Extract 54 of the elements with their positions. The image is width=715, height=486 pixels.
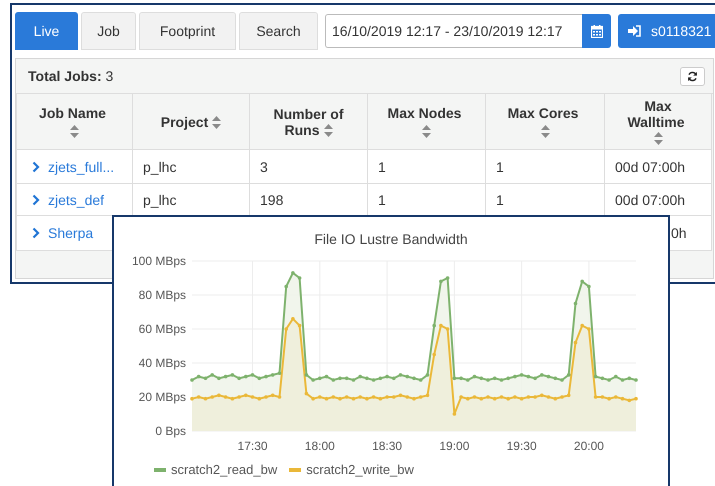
date-range-field[interactable]: 16/10/2019 12:17 - 23/10/2019 12:17 [325, 14, 582, 48]
expand-icon[interactable] [32, 227, 40, 239]
sort-icon [70, 125, 79, 138]
y-axis-label: 80 MBps [138, 288, 186, 302]
sign-in-icon [628, 25, 641, 37]
table-cell: 1 [496, 192, 504, 208]
legend-label[interactable]: scratch2_read_bw [171, 462, 278, 477]
calendar-icon [590, 24, 602, 38]
table-cell: 1 [378, 192, 386, 208]
calendar-button[interactable] [582, 14, 611, 48]
total-jobs: Total Jobs: 3 [28, 68, 114, 84]
expand-icon[interactable] [32, 194, 40, 206]
expand-icon[interactable] [32, 160, 40, 172]
legend-label[interactable]: scratch2_write_bw [306, 462, 414, 477]
table-cell: 1 [496, 158, 504, 174]
table-cell: p_lhc [143, 158, 176, 174]
y-axis-label: 20 MBps [138, 390, 186, 404]
nav-tab[interactable]: Footprint [139, 12, 236, 50]
column-header[interactable]: Max Nodes [368, 94, 486, 150]
table-cell: 0h [671, 225, 687, 241]
x-axis-label: 20:00 [574, 439, 604, 453]
table-cell: 1 [378, 158, 386, 174]
table-cell: 3 [260, 158, 268, 174]
x-axis-label: 18:00 [304, 439, 335, 453]
refresh-icon [687, 70, 698, 82]
nav-tab[interactable]: Job [81, 12, 136, 50]
column-header[interactable]: Number of Runs [250, 94, 368, 150]
job-name-link[interactable]: Sherpa [48, 225, 94, 241]
x-axis-label: 18:30 [372, 439, 402, 453]
table-cell: 00d 07:00h [615, 158, 686, 174]
nav-tab[interactable]: Live [15, 12, 78, 50]
x-axis-label: 17:30 [238, 439, 268, 453]
nav-tab[interactable]: Search [239, 12, 318, 50]
x-axis-label: 19:30 [506, 439, 537, 453]
sign-in-button[interactable]: s0118321 [618, 14, 715, 48]
y-axis-label: 100 MBps [132, 254, 186, 268]
column-header[interactable]: Max Walltime [604, 94, 712, 150]
table-cell: 198 [260, 192, 284, 208]
column-header[interactable]: Project [132, 94, 250, 150]
column-header[interactable]: Max Cores [486, 94, 604, 150]
y-axis-label: 0 Bps [155, 424, 186, 438]
y-axis-label: 60 MBps [138, 322, 186, 336]
refresh-button[interactable] [680, 66, 705, 86]
table-cell: p_lhc [143, 192, 176, 208]
column-header[interactable]: Job Name [16, 94, 132, 150]
y-axis-label: 40 MBps [138, 356, 186, 370]
sort-icon [540, 125, 550, 138]
sort-icon [654, 132, 662, 146]
sort-icon [324, 124, 332, 138]
chart-title: File IO Lustre Bandwidth [313, 231, 469, 249]
sort-icon [212, 116, 222, 130]
sort-icon [422, 125, 431, 138]
table-cell: 00d 07:00h [615, 192, 686, 208]
x-axis-label: 19:00 [439, 439, 470, 453]
